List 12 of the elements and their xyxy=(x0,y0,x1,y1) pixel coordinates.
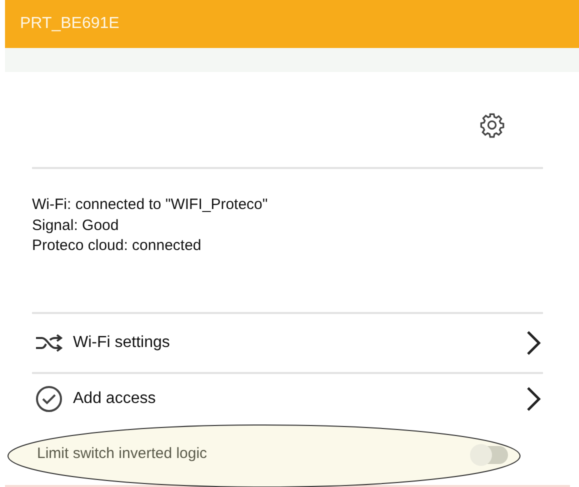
check-circle-icon xyxy=(35,385,63,414)
status-text: Signal: Good xyxy=(32,216,120,236)
device-title: PRT_BE691E xyxy=(20,14,120,34)
status-text: Wi-Fi: connected to "WIFI_Proteco" xyxy=(32,195,269,216)
chevron-right-icon xyxy=(526,330,542,356)
shuffle-icon xyxy=(35,333,63,354)
menu-item[interactable]: Add access xyxy=(32,374,543,424)
settings-icon[interactable] xyxy=(479,112,505,138)
chevron-right-icon xyxy=(526,386,542,412)
setting-label: Limit switch inverted logic xyxy=(37,444,208,464)
menu-item[interactable]: Wi-Fi settings xyxy=(32,314,543,372)
status-text: Proteco cloud: connected xyxy=(32,236,202,256)
